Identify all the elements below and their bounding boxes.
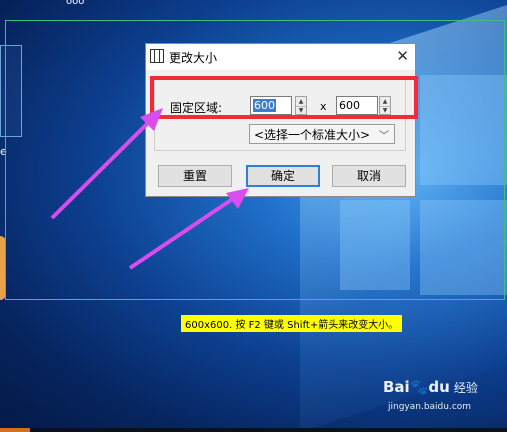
annotation-arrows — [50, 108, 249, 270]
arrow-to-ok-button — [128, 194, 239, 270]
paw-icon: 🐾 — [409, 378, 429, 396]
watermark-url: jingyan.baidu.com — [388, 402, 472, 412]
size-hint-tooltip: 600x600. 按 F2 键或 Shift+箭头来改变大小。 — [181, 315, 403, 332]
taskbar-start-edge[interactable] — [0, 428, 30, 432]
watermark-brand: Bai — [383, 378, 410, 396]
watermark-sub: 经验 — [453, 381, 478, 395]
arrow-head-icon — [226, 188, 249, 209]
arrow-to-fixed-area — [50, 116, 155, 220]
taskbar-edge — [0, 428, 507, 432]
baidu-watermark: Bai🐾du 经验 — [383, 378, 478, 396]
watermark-brand2: du — [428, 378, 450, 396]
